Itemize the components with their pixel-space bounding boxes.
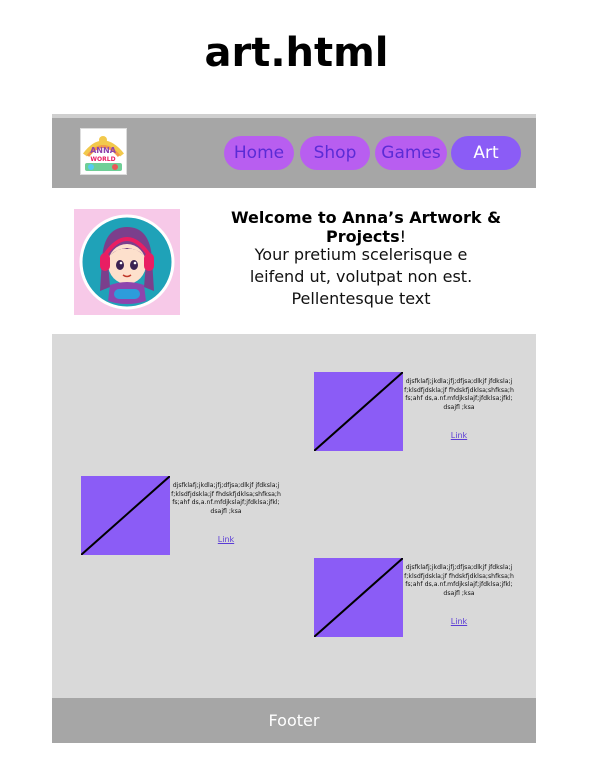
art-card-description: djsfklafj;jkdla;jfj;dfjsa;dlkjf jfdksla;…	[404, 564, 514, 597]
art-card-description: djsfklafj;jkdla;jfj;dfjsa;dlkjf jfdksla;…	[404, 378, 514, 411]
art-card: djsfklafj;jkdla;jfj;dfjsa;dlkjf jfdksla;…	[314, 372, 514, 462]
intro-text: Your pretium scelerisque e leifend ut, v…	[249, 245, 473, 308]
navbar: ANNA WORLD Home Shop Games Art	[52, 118, 536, 188]
art-gallery: djsfklafj;jkdla;jfj;dfjsa;dlkjf jfdksla;…	[52, 334, 536, 698]
art-card-link[interactable]: Link	[404, 617, 514, 626]
girl-gamer-avatar-icon	[74, 209, 180, 315]
site-mockup: ANNA WORLD Home Shop Games Art Welcome t…	[52, 114, 536, 743]
welcome-heading-bold: Welcome to Anna’s Artwork & Projects	[230, 208, 502, 246]
art-thumbnail-placeholder-icon[interactable]	[314, 372, 403, 451]
art-card-description: djsfklafj;jkdla;jfj;dfjsa;dlkjf jfdksla;…	[171, 482, 281, 515]
svg-text:WORLD: WORLD	[90, 156, 115, 163]
hero-section: Welcome to Anna’s Artwork & Projects! Yo…	[52, 188, 536, 334]
anna-world-logo-icon[interactable]: ANNA WORLD	[80, 128, 127, 175]
art-card-link[interactable]: Link	[404, 431, 514, 440]
art-thumbnail-placeholder-icon[interactable]	[314, 558, 403, 637]
nav-home-button[interactable]: Home	[224, 136, 294, 170]
document-title: art.html	[204, 30, 389, 76]
nav-art-button[interactable]: Art	[451, 136, 521, 170]
nav-games-button[interactable]: Games	[375, 136, 447, 170]
svg-text:ANNA: ANNA	[90, 146, 117, 155]
welcome-heading: Welcome to Anna’s Artwork & Projects!	[202, 208, 530, 246]
art-card-link[interactable]: Link	[171, 535, 281, 544]
nav-shop-button[interactable]: Shop	[300, 136, 370, 170]
footer: Footer	[52, 698, 536, 743]
art-thumbnail-placeholder-icon[interactable]	[81, 476, 170, 555]
art-card: djsfklafj;jkdla;jfj;dfjsa;dlkjf jfdksla;…	[81, 476, 281, 566]
art-card: djsfklafj;jkdla;jfj;dfjsa;dlkjf jfdksla;…	[314, 558, 514, 648]
